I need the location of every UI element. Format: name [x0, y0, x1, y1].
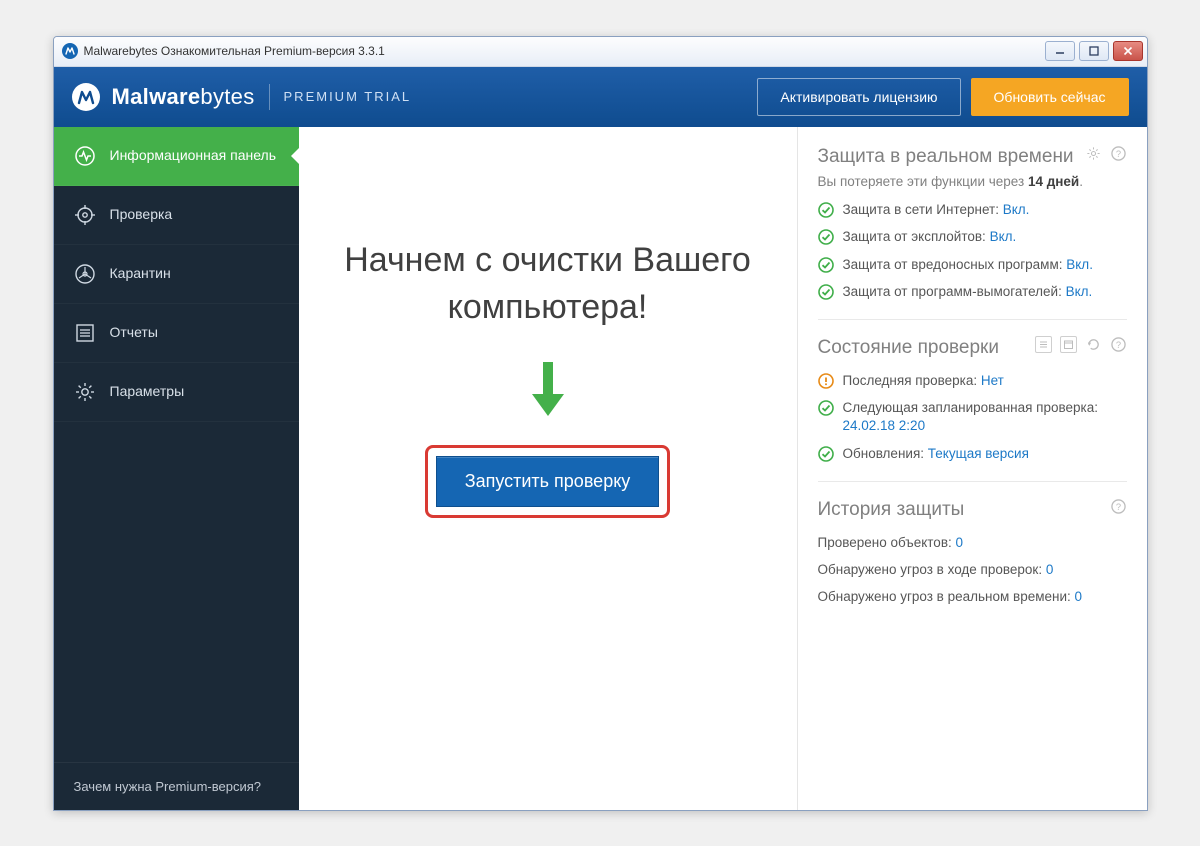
logo-bold: Malware [112, 84, 201, 109]
value-link[interactable]: 0 [1046, 562, 1054, 577]
close-button[interactable] [1113, 41, 1143, 61]
section-title: Состояние проверки [818, 336, 1035, 360]
list-icon[interactable] [1035, 336, 1052, 353]
edition-label: PREMIUM TRIAL [284, 89, 412, 104]
section-title: Защита в реальном времени [818, 145, 1085, 169]
sidebar-item-quarantine[interactable]: Карантин [54, 245, 299, 304]
warning-icon [818, 373, 834, 389]
value-link[interactable]: 0 [956, 535, 964, 550]
sidebar-item-reports[interactable]: Отчеты [54, 304, 299, 363]
run-scan-highlight: Запустить проверку [425, 445, 671, 518]
sidebar-why-premium[interactable]: Зачем нужна Premium-версия? [54, 762, 299, 810]
value-link[interactable]: Нет [981, 373, 1004, 388]
refresh-icon[interactable] [1085, 336, 1102, 353]
section-realtime: Защита в реальном времени ? Вы потеряете… [818, 145, 1127, 302]
app-body: Информационная панель Проверка Карантин … [54, 127, 1147, 810]
check-icon [818, 202, 834, 218]
check-icon [818, 400, 834, 416]
logo-text: Malwarebytes [112, 84, 255, 110]
arrow-down-icon [528, 360, 568, 425]
sidebar-item-label: Информационная панель [110, 147, 277, 165]
list-item: Следующая запланированная проверка:24.02… [818, 399, 1127, 435]
window-title: Malwarebytes Ознакомительная Premium-вер… [84, 44, 1045, 58]
list-item: Защита от программ-вымогателей: Вкл. [818, 283, 1127, 301]
check-icon [818, 446, 834, 462]
svg-text:?: ? [1115, 502, 1120, 512]
sidebar: Информационная панель Проверка Карантин … [54, 127, 299, 810]
realtime-subtext: Вы потеряете эти функции через 14 дней. [818, 174, 1127, 189]
list-item: Защита от вредоносных программ: Вкл. [818, 256, 1127, 274]
right-panel: Защита в реальном времени ? Вы потеряете… [797, 127, 1147, 810]
section-title: История защиты [818, 498, 1110, 522]
logo: Malwarebytes [72, 83, 255, 111]
list-item: Защита от эксплойтов: Вкл. [818, 228, 1127, 246]
help-icon[interactable]: ? [1110, 498, 1127, 515]
maximize-button[interactable] [1079, 41, 1109, 61]
toggle-link[interactable]: Вкл. [1003, 202, 1030, 217]
minimize-button[interactable] [1045, 41, 1075, 61]
check-icon [818, 229, 834, 245]
toggle-link[interactable]: Вкл. [990, 229, 1017, 244]
list-item: Защита в сети Интернет: Вкл. [818, 201, 1127, 219]
value-link[interactable]: Текущая версия [928, 446, 1029, 461]
pulse-icon [74, 145, 96, 167]
list-item: Проверено объектов: 0 [818, 534, 1127, 552]
sidebar-item-label: Отчеты [110, 324, 158, 342]
toggle-link[interactable]: Вкл. [1066, 284, 1093, 299]
list-item: Обновления: Текущая версия [818, 445, 1127, 463]
list-item: Обнаружено угроз в реальном времени: 0 [818, 588, 1127, 606]
section-scan-status: Состояние проверки ? Последняя проверка:… [818, 319, 1127, 463]
check-icon [818, 257, 834, 273]
sidebar-item-settings[interactable]: Параметры [54, 363, 299, 422]
logo-icon [72, 83, 100, 111]
realtime-items: Защита в сети Интернет: Вкл. Защита от э… [818, 201, 1127, 301]
toggle-link[interactable]: Вкл. [1066, 257, 1093, 272]
value-link[interactable]: 0 [1075, 589, 1083, 604]
check-icon [818, 284, 834, 300]
value-link[interactable]: 24.02.18 2:20 [843, 418, 926, 433]
app-icon [62, 43, 78, 59]
app-header: Malwarebytes PREMIUM TRIAL Активировать … [54, 67, 1147, 127]
svg-text:?: ? [1115, 148, 1120, 158]
logo-light: bytes [200, 84, 254, 109]
activate-license-button[interactable]: Активировать лицензию [757, 78, 960, 116]
sidebar-item-scan[interactable]: Проверка [54, 186, 299, 245]
upgrade-now-button[interactable]: Обновить сейчас [971, 78, 1129, 116]
list-item: Обнаружено угроз в ходе проверок: 0 [818, 561, 1127, 579]
calendar-icon[interactable] [1060, 336, 1077, 353]
help-icon[interactable]: ? [1110, 336, 1127, 353]
biohazard-icon [74, 263, 96, 285]
gear-icon[interactable] [1085, 145, 1102, 162]
logo-divider [269, 84, 270, 110]
app-window: Malwarebytes Ознакомительная Premium-вер… [53, 36, 1148, 811]
sidebar-item-label: Карантин [110, 265, 171, 283]
headline: Начнем с очистки Вашего компьютера! [299, 237, 797, 332]
main-panel: Начнем с очистки Вашего компьютера! Запу… [299, 127, 797, 810]
sidebar-item-label: Параметры [110, 383, 185, 401]
window-controls [1045, 41, 1143, 61]
reports-icon [74, 322, 96, 344]
list-item: Последняя проверка: Нет [818, 372, 1127, 390]
target-icon [74, 204, 96, 226]
gear-icon [74, 381, 96, 403]
help-icon[interactable]: ? [1110, 145, 1127, 162]
titlebar: Malwarebytes Ознакомительная Premium-вер… [54, 37, 1147, 67]
sidebar-item-label: Проверка [110, 206, 173, 224]
svg-text:?: ? [1115, 340, 1120, 350]
run-scan-button[interactable]: Запустить проверку [436, 456, 660, 507]
sidebar-item-dashboard[interactable]: Информационная панель [54, 127, 299, 186]
section-history: История защиты ? Проверено объектов: 0 О… [818, 481, 1127, 606]
